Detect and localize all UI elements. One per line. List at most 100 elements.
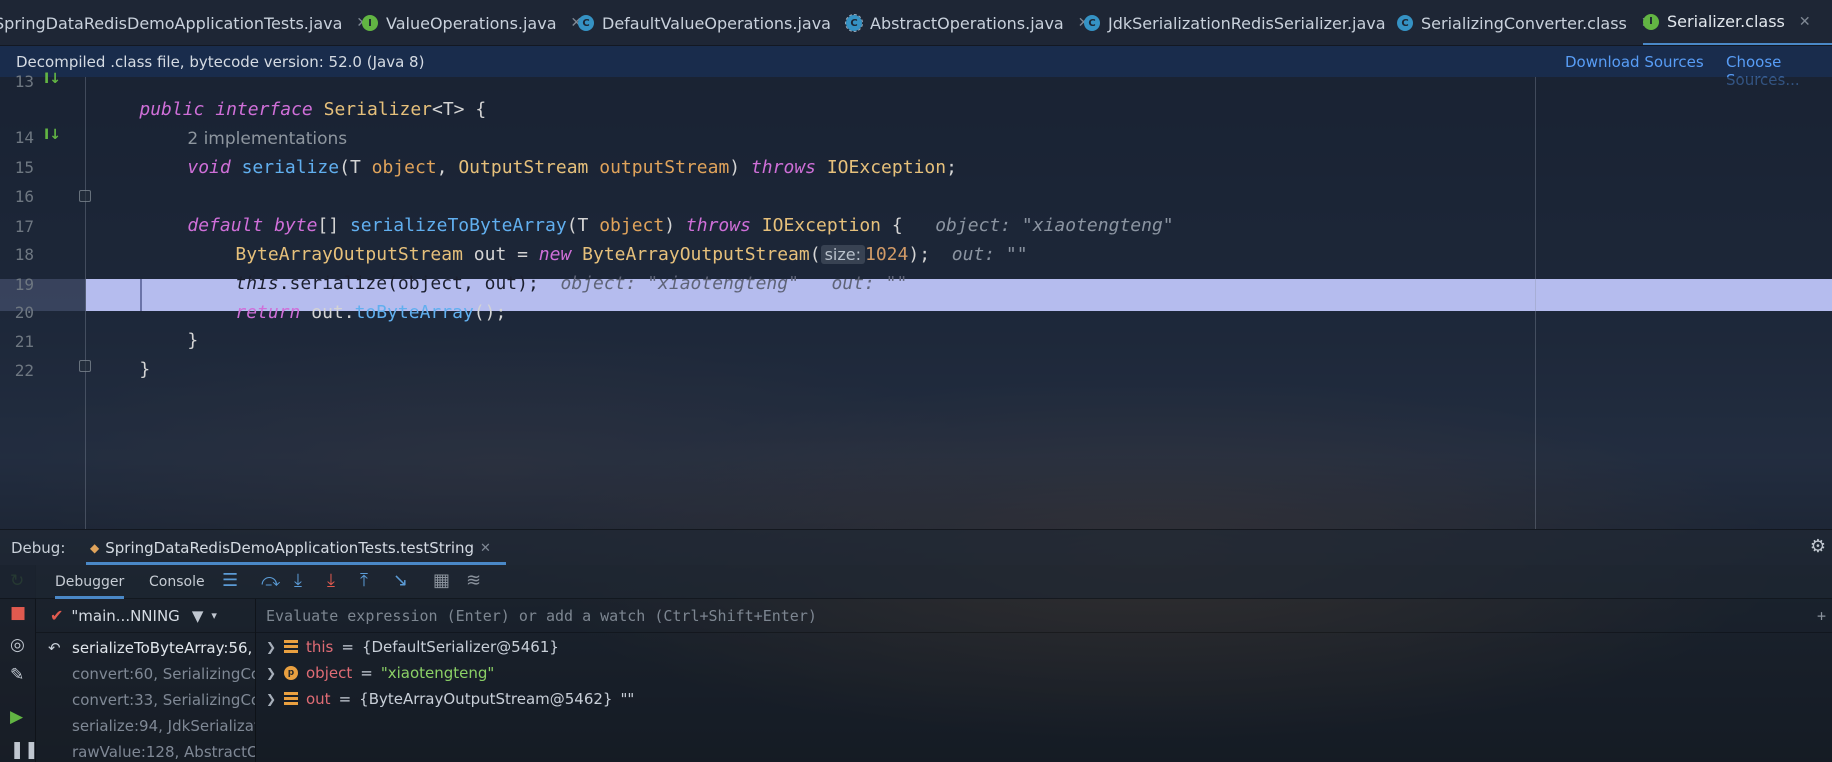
debug-tool-window-header: Debug: ◆ SpringDataRedisDemoApplicationT… (0, 529, 1832, 565)
implemented-marker-icon[interactable]: I↓ (44, 71, 61, 87)
tab-defaultvalueoperations[interactable]: C DefaultValueOperations.java ✕ (578, 0, 857, 45)
step-out-icon[interactable]: ⤒ (360, 570, 368, 591)
chevron-right-icon[interactable]: ❯ (266, 635, 276, 659)
code-text: } (187, 330, 199, 351)
method-name: toByteArray (354, 302, 474, 323)
variable-equals: = (338, 690, 352, 708)
variable-string-value: "" (620, 690, 635, 708)
variable-value: {DefaultSerializer@5461} (361, 638, 559, 656)
filter-icon[interactable]: ▼ (192, 607, 204, 625)
evaluate-expression-icon[interactable]: ▦ (433, 570, 450, 591)
session-name: SpringDataRedisDemoApplicationTests.test… (105, 539, 475, 557)
frame-label: serialize:94, JdkSerializati (72, 717, 256, 735)
variable-row[interactable]: ❯ out = {ByteArrayOutputStream@5462} "" (256, 687, 634, 711)
tab-serializer[interactable]: I Serializer.class ✕ (1643, 0, 1832, 45)
variable-name: object (306, 664, 353, 682)
pause-icon[interactable]: ❚❚ (10, 740, 39, 760)
chevron-right-icon[interactable]: ❯ (266, 687, 276, 711)
line-number: 18 (14, 245, 34, 264)
field-icon (284, 692, 298, 706)
implemented-marker-icon[interactable]: I↓ (44, 127, 61, 143)
abstract-class-icon: C (845, 14, 863, 32)
resume-icon[interactable]: ▶ (10, 707, 23, 727)
stop-icon[interactable]: ■ (10, 603, 26, 623)
stack-frame[interactable]: serialize:94, JdkSerializati (36, 713, 256, 739)
variable-row[interactable]: ❯ p object = "xiaotengteng" (256, 661, 494, 685)
gear-icon[interactable]: ⚙ (1810, 536, 1826, 557)
stack-frame[interactable]: ↶ serializeToByteArray:56, S (36, 635, 255, 661)
class-icon: C (578, 15, 594, 31)
debug-session-tab[interactable]: ◆ SpringDataRedisDemoApplicationTests.te… (90, 539, 491, 557)
close-icon[interactable]: ✕ (480, 541, 491, 556)
code-text: ; (946, 157, 957, 178)
line-number: 17 (14, 217, 34, 236)
code-line-17: ByteArrayOutputStream out = new ByteArra… (192, 210, 1027, 265)
code-editor[interactable]: 13 I↓ 14 I↓ 15 16 17 18 19 20 21 22 publ… (0, 71, 1832, 529)
view-breakpoints-icon[interactable]: ◎ (10, 635, 25, 655)
evaluate-expression-input[interactable]: Evaluate expression (Enter) or add a wat… (256, 599, 1832, 633)
trace-stream-icon[interactable]: ≋ (466, 570, 481, 591)
thread-selector[interactable]: ✔ "main...NNING ▼ ▾ (36, 599, 255, 633)
line-number: 22 (14, 361, 34, 380)
tab-serializingconverter[interactable]: C SerializingConverter.class ✕ (1397, 0, 1653, 45)
code-line-14: void serialize(T object, OutputStream ou… (144, 123, 957, 178)
thread-name: "main...NNING (71, 606, 180, 625)
parameter: object (371, 157, 437, 178)
fold-toggle-icon[interactable] (79, 190, 91, 202)
debug-label: Debug: (11, 539, 66, 557)
inline-value-hint: out: "" (831, 273, 908, 294)
evaluate-placeholder: Evaluate expression (Enter) or add a wat… (266, 607, 817, 625)
variables-panel: Evaluate expression (Enter) or add a wat… (256, 599, 1832, 762)
frame-label: rawValue:128, AbstractOp (72, 743, 256, 761)
step-over-icon[interactable]: ⤼ (261, 570, 280, 591)
editor-tab-bar: SpringDataRedisDemoApplicationTests.java… (0, 0, 1832, 46)
interface-icon: I (362, 15, 378, 31)
stack-frame[interactable]: convert:33, SerializingCor (36, 687, 255, 713)
tab-label: Serializer.class (1667, 12, 1785, 31)
tab-springdataredisdemoapplicationtests[interactable]: SpringDataRedisDemoApplicationTests.java… (0, 0, 368, 45)
add-watch-icon[interactable]: + (1817, 599, 1826, 633)
step-into-icon[interactable]: ⤓ (294, 570, 302, 591)
force-step-into-icon[interactable]: ⤓ (327, 570, 335, 591)
class-icon: C (1397, 15, 1413, 31)
chevron-down-icon[interactable]: ▾ (211, 609, 217, 622)
variable-row[interactable]: ❯ this = {DefaultSerializer@5461} (256, 635, 559, 659)
tab-valueoperations[interactable]: I ValueOperations.java ✕ (362, 0, 582, 45)
code-line-16: default byte[] serializeToByteArray(T ob… (144, 181, 1173, 236)
chevron-right-icon[interactable]: ❯ (266, 661, 276, 685)
close-icon[interactable]: ✕ (1799, 14, 1811, 30)
line-number: 15 (14, 158, 34, 177)
stack-frame[interactable]: rawValue:128, AbstractOp (36, 739, 256, 762)
line-number: 20 (14, 303, 34, 322)
stack-frame[interactable]: convert:60, SerializingCor (36, 661, 255, 687)
line-number: 21 (14, 332, 34, 351)
variable-name: out (306, 690, 331, 708)
editor-gutter[interactable]: 13 I↓ 14 I↓ 15 16 17 18 19 20 21 22 (0, 71, 91, 529)
run-config-icon: ◆ (90, 541, 100, 555)
indent-guide (140, 279, 142, 311)
code-text: ) (729, 157, 751, 178)
parameter-icon: p (284, 666, 298, 680)
download-sources-link[interactable]: Download Sources (1565, 53, 1704, 71)
line-number: 14 (14, 128, 34, 147)
tab-debugger[interactable]: Debugger (55, 574, 125, 599)
tab-console[interactable]: Console (149, 574, 205, 590)
variable-name: this (306, 638, 334, 656)
code-line-13: public interface Serializer<T> { (96, 65, 486, 120)
menu-icon[interactable]: ☰ (222, 570, 238, 591)
type-name: IOException (826, 157, 947, 178)
code-line-20: } (144, 296, 198, 351)
type-name: OutputStream (458, 157, 589, 178)
fold-toggle-icon[interactable] (79, 360, 91, 372)
implementations-hint[interactable]: 2 implementations (144, 94, 347, 149)
run-to-cursor-icon[interactable]: ↘ (393, 570, 408, 591)
settings-wrench-icon[interactable]: ✎ (10, 665, 24, 685)
variable-value: {ByteArrayOutputStream@5462} (359, 690, 613, 708)
keyword: return (235, 302, 301, 323)
code-text: , (436, 157, 459, 178)
tab-abstractoperations[interactable]: C AbstractOperations.java ✕ (845, 0, 1089, 45)
debugger-toolbar: Debugger Console ☰ ⤼ ⤓ ⤓ ⤒ ↘ ▦ ≋ (0, 565, 1832, 599)
code-text: } (139, 359, 151, 380)
tab-jdkserializationredisserializer[interactable]: C JdkSerializationRedisSerializer.java ✕ (1084, 0, 1411, 45)
variable-value: "xiaotengteng" (380, 664, 495, 682)
